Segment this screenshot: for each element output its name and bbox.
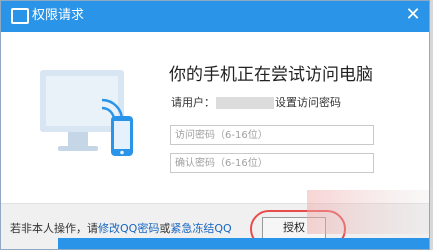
permission-dialog: 权限请求 ✕ 你的手机正在尝试访问电脑 请用户： 设置访问密码 若非本人操作，请修… bbox=[0, 0, 430, 250]
confirm-password-input[interactable] bbox=[170, 153, 374, 173]
footer-notice: 若非本人操作，请修改QQ密码或紧急冻结QQ bbox=[10, 222, 232, 236]
user-instruction: 请用户： 设置访问密码 bbox=[171, 96, 341, 110]
dialog-heading: 你的手机正在尝试访问电脑 bbox=[169, 65, 373, 85]
title-bar[interactable]: 权限请求 ✕ bbox=[1, 1, 429, 32]
footer-or: 或 bbox=[159, 222, 171, 235]
phone-computer-icon bbox=[40, 70, 133, 156]
footer-prefix: 若非本人操作，请 bbox=[10, 222, 98, 235]
redacted-username bbox=[216, 97, 274, 109]
user-label: 请用户： bbox=[171, 96, 215, 109]
monitor-icon bbox=[11, 8, 29, 24]
freeze-account-link[interactable]: 紧急冻结QQ bbox=[170, 222, 231, 235]
modify-password-link[interactable]: 修改QQ密码 bbox=[98, 222, 159, 235]
user-instruction-suffix: 设置访问密码 bbox=[275, 96, 341, 109]
dialog-title: 权限请求 bbox=[32, 8, 85, 23]
close-button[interactable]: ✕ bbox=[403, 5, 423, 25]
access-password-input[interactable] bbox=[170, 125, 374, 145]
blurred-region bbox=[307, 190, 429, 234]
bottom-accent-strip bbox=[58, 238, 429, 249]
